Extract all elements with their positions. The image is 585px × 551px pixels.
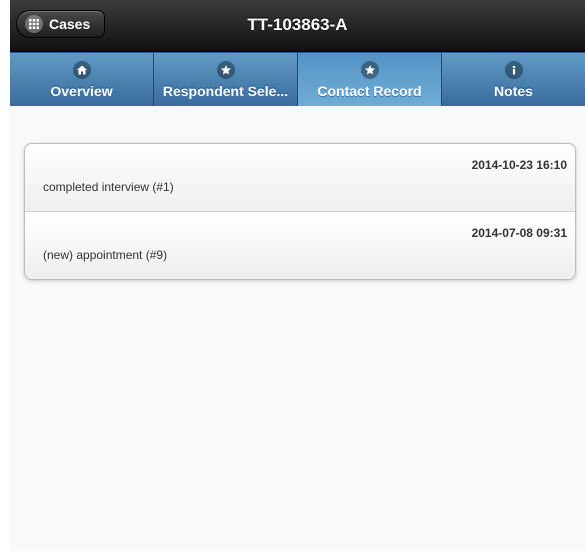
contact-date: 2014-10-23 16:10 — [471, 158, 567, 172]
contact-record-list: 2014-10-23 16:10 completed interview (#1… — [24, 143, 576, 280]
info-icon — [504, 61, 523, 79]
home-icon — [72, 61, 91, 79]
tab-overview[interactable]: Overview — [10, 52, 154, 106]
list-item[interactable]: 2014-07-08 09:31 (new) appointment (#9) — [25, 212, 575, 279]
list-item[interactable]: 2014-10-23 16:10 completed interview (#1… — [25, 144, 575, 212]
tab-notes[interactable]: Notes — [442, 52, 585, 106]
header-bar: Cases TT-103863-A — [10, 0, 585, 52]
page-title: TT-103863-A — [247, 15, 348, 34]
tab-contact-record-label: Contact Record — [317, 83, 422, 99]
tab-respondent-selection-label: Respondent Sele... — [162, 83, 289, 99]
app-frame: Cases TT-103863-A Overview Respondent Se… — [10, 0, 585, 551]
contact-description: (new) appointment (#9) — [43, 248, 168, 262]
tab-contact-record[interactable]: Contact Record — [298, 52, 442, 106]
star-icon — [216, 61, 235, 79]
tab-overview-label: Overview — [50, 83, 113, 99]
contact-date: 2014-07-08 09:31 — [471, 226, 567, 240]
contact-description: completed interview (#1) — [43, 180, 174, 194]
tab-respondent-selection[interactable]: Respondent Sele... — [154, 52, 298, 106]
tab-bar: Overview Respondent Sele... Contact Reco… — [10, 52, 585, 106]
star-icon — [360, 61, 379, 79]
tab-notes-label: Notes — [494, 83, 533, 99]
